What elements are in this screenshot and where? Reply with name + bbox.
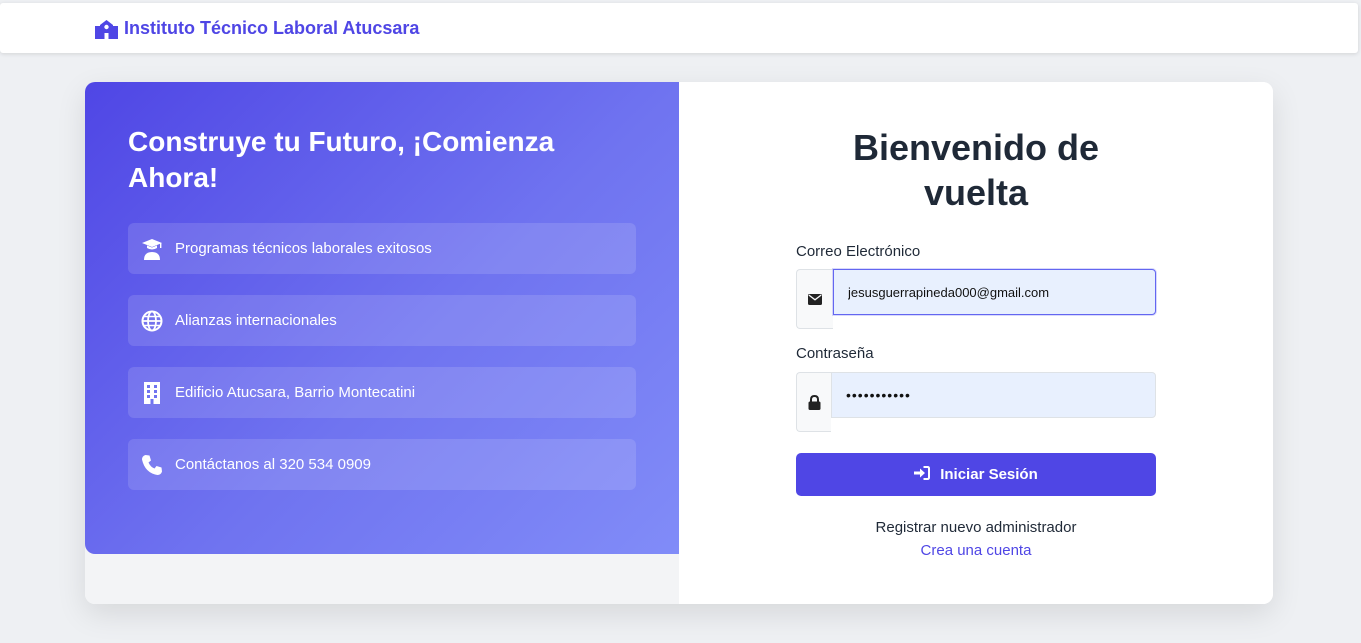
welcome-title: Bienvenido de vuelta [679, 125, 1273, 215]
navbar: Instituto Técnico Laboral Atucsara [0, 3, 1358, 53]
password-input-group [796, 372, 1156, 432]
welcome-line2: vuelta [923, 172, 1029, 213]
sign-in-icon [914, 465, 931, 484]
building-icon [141, 381, 163, 404]
login-button-label: Iniciar Sesión [940, 466, 1038, 483]
login-card: Construye tu Futuro, ¡Comienza Ahora! Pr… [85, 82, 1273, 604]
school-icon [95, 19, 118, 39]
phone-icon [141, 454, 163, 476]
feature-text: Alianzas internacionales [175, 312, 337, 329]
email-input-group [796, 269, 1156, 329]
email-label: Correo Electrónico [796, 243, 921, 260]
feature-alliances: Alianzas internacionales [128, 295, 636, 346]
brand-link[interactable]: Instituto Técnico Laboral Atucsara [95, 18, 419, 39]
password-label: Contraseña [796, 345, 874, 362]
feature-text: Contáctanos al 320 534 0909 [175, 456, 371, 473]
graduate-icon [141, 238, 163, 260]
create-account-link[interactable]: Crea una cuenta [679, 542, 1273, 559]
password-field[interactable] [831, 372, 1156, 418]
feature-text: Programas técnicos laborales exitosos [175, 240, 432, 257]
welcome-line1: Bienvenido de [852, 127, 1100, 168]
feature-text: Edificio Atucsara, Barrio Montecatini [175, 384, 416, 401]
login-button[interactable]: Iniciar Sesión [796, 453, 1156, 496]
register-text: Registrar nuevo administrador [875, 519, 1077, 536]
globe-icon [141, 310, 163, 332]
feature-programs: Programas técnicos laborales exitosos [128, 223, 636, 274]
login-form-panel: Bienvenido de vuelta Correo Electrónico … [679, 82, 1273, 604]
lock-icon [796, 372, 831, 432]
feature-contact: Contáctanos al 320 534 0909 [128, 439, 636, 490]
brand-text: Instituto Técnico Laboral Atucsara [124, 18, 420, 38]
info-panel: Construye tu Futuro, ¡Comienza Ahora! Pr… [85, 82, 679, 554]
headline: Construye tu Futuro, ¡Comienza Ahora! [128, 126, 555, 193]
feature-address: Edificio Atucsara, Barrio Montecatini [128, 367, 636, 418]
envelope-icon [796, 269, 833, 329]
email-field[interactable] [833, 269, 1156, 315]
